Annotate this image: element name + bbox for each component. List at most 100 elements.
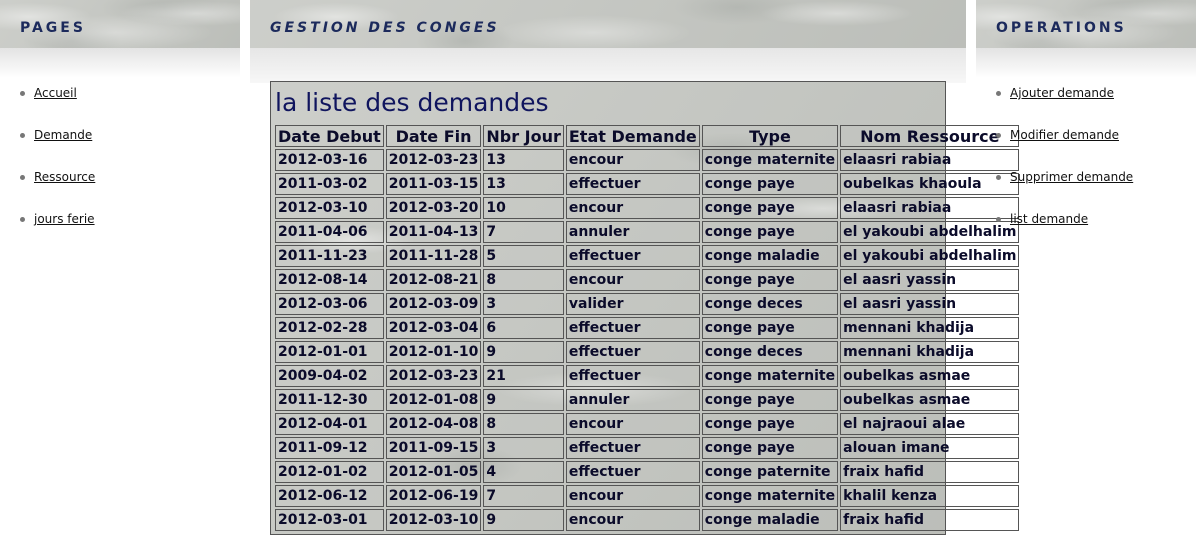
cell-etat-demande: encour <box>565 413 700 435</box>
op-item-modifier: Modifier demande <box>996 128 1119 142</box>
op-link-list-demande[interactable]: list demande <box>1010 212 1088 226</box>
cell-nbr-jour: 3 <box>483 293 564 315</box>
cell-nbr-jour: 3 <box>483 437 564 459</box>
table-row: 2012-03-10 2012-03-20 10 encour conge paye el… <box>275 197 1020 219</box>
right-header-fade <box>976 48 1196 78</box>
op-link-modifier-demande[interactable]: Modifier demande <box>1010 128 1119 142</box>
nav-link-jours-ferie[interactable]: jours ferie <box>34 212 95 226</box>
pages-header: PAGES <box>0 0 240 48</box>
cell-etat-demande: encour <box>565 269 700 291</box>
left-header-fade <box>0 48 240 78</box>
main-header-fade <box>250 48 966 83</box>
cell-etat-demande: encour <box>565 485 700 507</box>
cell-date-debut: 2011-04-06 <box>275 221 384 243</box>
cell-nom-ressource: oubelkas asmae <box>840 365 1020 387</box>
cell-type: conge maladie <box>701 245 839 267</box>
op-link-supprimer-demande[interactable]: Supprimer demande <box>1010 170 1133 184</box>
table-row: 2011-09-12 2011-09-15 3 effectuer conge paye… <box>275 437 1020 459</box>
col-header-nom-ressource: Nom Ressource <box>840 125 1020 147</box>
cell-nom-ressource: el najraoui alae <box>840 413 1020 435</box>
cell-nbr-jour: 6 <box>483 317 564 339</box>
cell-type: conge deces <box>701 293 839 315</box>
cell-nbr-jour: 8 <box>483 413 564 435</box>
table-title: la liste des demandes <box>275 88 549 117</box>
cell-etat-demande: effectuer <box>565 437 700 459</box>
right-sidebar: OPERATIONS Ajouter demande Modifier dema… <box>976 0 1196 226</box>
cell-type: conge maternite <box>701 365 839 387</box>
cell-type: conge paye <box>701 437 839 459</box>
nav-item-ressource: Ressource <box>20 170 95 184</box>
cell-date-fin: 2012-01-05 <box>385 461 482 483</box>
main-header-area: GESTION DES CONGES <box>250 0 966 48</box>
cell-type: conge paye <box>701 221 839 243</box>
cell-type: conge paye <box>701 413 839 435</box>
nav-link-demande[interactable]: Demande <box>34 128 92 142</box>
cell-nbr-jour: 8 <box>483 269 564 291</box>
cell-etat-demande: valider <box>565 293 700 315</box>
table-header-row: Date Debut Date Fin Nbr Jour Etat Demand… <box>275 125 1020 147</box>
cell-nom-ressource: elaasri rabiaa <box>840 149 1020 171</box>
cell-date-fin: 2011-09-15 <box>385 437 482 459</box>
operations-header: OPERATIONS <box>976 0 1196 48</box>
bullet-icon <box>996 175 1001 180</box>
op-link-ajouter-demande[interactable]: Ajouter demande <box>1010 86 1114 100</box>
cell-date-debut: 2012-01-02 <box>275 461 384 483</box>
cell-nom-ressource: khalil kenza <box>840 485 1020 507</box>
table-row: 2011-03-02 2011-03-15 13 effectuer conge pay… <box>275 173 1020 195</box>
cell-date-debut: 2012-04-01 <box>275 413 384 435</box>
col-header-date-debut: Date Debut <box>275 125 384 147</box>
col-header-date-fin: Date Fin <box>385 125 482 147</box>
cell-date-fin: 2012-01-10 <box>385 341 482 363</box>
cell-nbr-jour: 9 <box>483 509 564 531</box>
cell-date-debut: 2012-08-14 <box>275 269 384 291</box>
nav-link-accueil[interactable]: Accueil <box>34 86 77 100</box>
cell-date-fin: 2011-04-13 <box>385 221 482 243</box>
cell-date-fin: 2012-06-19 <box>385 485 482 507</box>
cell-type: conge paye <box>701 197 839 219</box>
cell-type: conge maternite <box>701 149 839 171</box>
demandes-table: Date Debut Date Fin Nbr Jour Etat Demand… <box>273 123 1021 533</box>
cell-nbr-jour: 7 <box>483 485 564 507</box>
cell-nbr-jour: 13 <box>483 149 564 171</box>
cell-nbr-jour: 21 <box>483 365 564 387</box>
cell-date-debut: 2009-04-02 <box>275 365 384 387</box>
table-row: 2012-03-06 2012-03-09 3 valider conge deces e… <box>275 293 1020 315</box>
table-row: 2012-03-01 2012-03-10 9 encour conge maladie… <box>275 509 1020 531</box>
left-sidebar: PAGES Accueil Demande Ressource jours fe… <box>0 0 240 226</box>
cell-etat-demande: effectuer <box>565 461 700 483</box>
col-header-type: Type <box>701 125 839 147</box>
nav-link-ressource[interactable]: Ressource <box>34 170 95 184</box>
nav-item-accueil: Accueil <box>20 86 77 100</box>
cell-date-fin: 2012-08-21 <box>385 269 482 291</box>
bullet-icon <box>996 133 1001 138</box>
cell-type: conge deces <box>701 341 839 363</box>
cell-date-debut: 2011-12-30 <box>275 389 384 411</box>
cell-etat-demande: effectuer <box>565 341 700 363</box>
cell-date-fin: 2012-03-09 <box>385 293 482 315</box>
cell-date-debut: 2011-09-12 <box>275 437 384 459</box>
bullet-icon <box>20 133 25 138</box>
cell-type: conge paternite <box>701 461 839 483</box>
cell-nom-ressource: el aasri yassin <box>840 293 1020 315</box>
cell-date-debut: 2011-11-23 <box>275 245 384 267</box>
cell-date-debut: 2012-03-01 <box>275 509 384 531</box>
cell-date-debut: 2012-01-01 <box>275 341 384 363</box>
cell-etat-demande: annuler <box>565 389 700 411</box>
cell-date-fin: 2012-01-08 <box>385 389 482 411</box>
bullet-icon <box>996 91 1001 96</box>
cell-etat-demande: effectuer <box>565 173 700 195</box>
bullet-icon <box>20 175 25 180</box>
main-title: GESTION DES CONGES <box>250 0 966 48</box>
cell-nbr-jour: 4 <box>483 461 564 483</box>
cell-type: conge maladie <box>701 509 839 531</box>
cell-date-fin: 2012-03-04 <box>385 317 482 339</box>
cell-nom-ressource: elaasri rabiaa <box>840 197 1020 219</box>
cell-etat-demande: annuler <box>565 221 700 243</box>
cell-nom-ressource: fraix hafid <box>840 509 1020 531</box>
cell-date-debut: 2012-03-10 <box>275 197 384 219</box>
bullet-icon <box>20 217 25 222</box>
cell-etat-demande: encour <box>565 149 700 171</box>
cell-type: conge paye <box>701 269 839 291</box>
table-row: 2011-11-23 2011-11-28 5 effectuer conge mala… <box>275 245 1020 267</box>
op-item-ajouter: Ajouter demande <box>996 86 1114 100</box>
